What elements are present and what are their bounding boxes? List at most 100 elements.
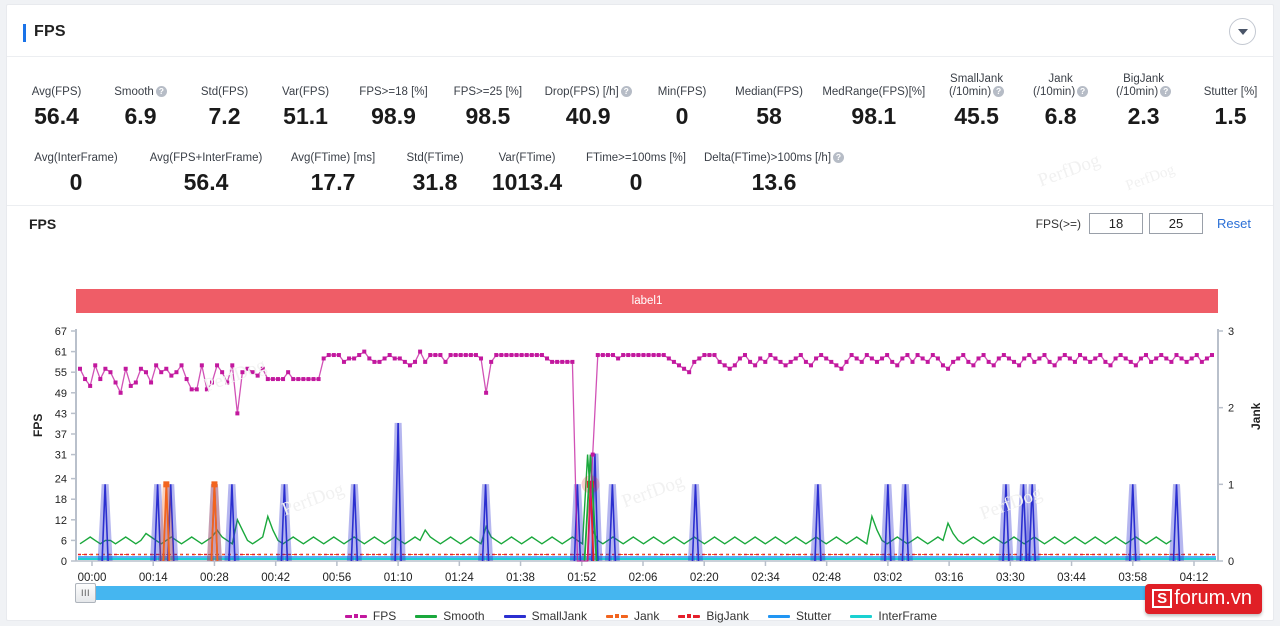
x-axis-tick: 00:14: [139, 572, 168, 584]
stat-cell: Avg(FTime) [ms] 17.7: [277, 139, 389, 197]
fps-point: [656, 353, 661, 358]
help-icon[interactable]: ?: [155, 86, 167, 97]
fps-point: [539, 353, 544, 358]
fps-point: [133, 380, 138, 385]
help-icon[interactable]: ?: [993, 86, 1005, 97]
legend-item-smooth[interactable]: Smooth: [415, 609, 485, 623]
y-axis-tick: 24: [55, 474, 67, 486]
fps-point: [534, 353, 539, 358]
help-icon[interactable]: ?: [1160, 86, 1172, 97]
fps-point: [311, 377, 316, 382]
help-icon[interactable]: ?: [833, 152, 845, 163]
fps-threshold-1-input[interactable]: [1089, 213, 1144, 234]
stats-section: Avg(FPS) 56.4 Smooth? 6.9 Std(FPS) 7.2 Var(FPS…: [7, 57, 1273, 197]
collapse-button[interactable]: [1229, 18, 1256, 45]
stat-cell: Std(FPS) 7.2: [183, 73, 266, 131]
fps-point: [169, 373, 174, 378]
fps-point: [829, 359, 834, 364]
help-icon[interactable]: ?: [1077, 86, 1089, 97]
stat-label: Avg(FPS+InterFrame): [149, 152, 263, 164]
legend-item-bigjank[interactable]: BigJank: [678, 609, 749, 623]
stat-value: 56.4: [183, 169, 229, 195]
help-icon[interactable]: ?: [620, 86, 632, 97]
x-axis-tick: 02:06: [629, 572, 658, 584]
fps-point: [179, 363, 184, 368]
fps-point: [682, 366, 687, 371]
fps-point: [199, 363, 204, 368]
stat-label: Median(FPS): [735, 86, 803, 98]
label-banner[interactable]: label1: [76, 289, 1218, 313]
fps-point: [499, 353, 504, 358]
legend-item-jank[interactable]: Jank: [605, 609, 659, 623]
legend-item-smalljank[interactable]: SmallJank: [503, 609, 587, 623]
stat-label: Avg(FTime) [ms]: [290, 152, 376, 164]
timeline-scrollbar[interactable]: III: [75, 583, 1218, 603]
x-axis-tick: 01:38: [506, 572, 535, 584]
fps-point: [382, 356, 387, 361]
fps-point: [814, 356, 819, 361]
chart-plot-area[interactable]: 0 6 12 18 24 31 37 43 49 55 61 67 0 1 2 3 00:00 00:14 00:2…: [7, 321, 1275, 621]
fps-point: [357, 353, 362, 358]
fps-point: [306, 377, 311, 382]
stat-value: 13.6: [751, 169, 797, 195]
fps-point: [418, 349, 423, 354]
fps-point: [550, 359, 555, 364]
header-accent-bar: [23, 24, 26, 42]
x-axis-tick: 03:30: [996, 572, 1025, 584]
fps-point: [611, 353, 616, 358]
fps-point: [93, 363, 98, 368]
legend-item-fps[interactable]: FPS: [344, 609, 396, 623]
fps-point: [996, 356, 1001, 361]
fps-point: [504, 353, 509, 358]
fps-point: [1179, 356, 1184, 361]
legend-item-interframe[interactable]: InterFrame: [850, 609, 937, 623]
fps-point: [209, 380, 214, 385]
fps-point: [768, 353, 773, 358]
stat-label: Stutter [%]: [1203, 86, 1258, 98]
fps-point: [230, 363, 235, 368]
x-axis-tick: 01:52: [567, 572, 596, 584]
fps-point: [118, 390, 123, 395]
fps-point: [423, 359, 428, 364]
fps-point: [326, 353, 331, 358]
jank-marker: [211, 481, 218, 488]
fps-point: [138, 366, 143, 371]
fps-point: [1093, 356, 1098, 361]
stat-value: 40.9: [565, 103, 611, 129]
fps-point: [392, 356, 397, 361]
stat-label: Avg(FPS): [31, 86, 82, 98]
fps-threshold-2-input[interactable]: [1149, 213, 1204, 234]
fps-point: [961, 353, 966, 358]
fps-point: [1072, 359, 1077, 364]
stat-label: Var(FTime): [498, 152, 556, 164]
fps-point: [727, 366, 732, 371]
stat-label: Min(FPS): [657, 86, 707, 98]
fps-point: [174, 370, 179, 375]
stat-value: 1.5: [1214, 103, 1247, 129]
chart-title: FPS: [29, 216, 57, 232]
fps-point: [1189, 356, 1194, 361]
sforum-logo-text: forum.vn: [1174, 587, 1252, 609]
fps-point: [220, 370, 225, 375]
stat-value: 56.4: [34, 103, 79, 129]
fps-point: [1062, 353, 1067, 358]
fps-point: [545, 356, 550, 361]
legend-item-stutter[interactable]: Stutter: [768, 609, 831, 623]
fps-point: [981, 353, 986, 358]
stat-cell: Avg(FPS+InterFrame) 56.4: [135, 139, 277, 197]
stat-cell: Median(FPS) 58: [722, 73, 817, 131]
fps-point: [341, 359, 346, 364]
stat-label: Smooth?: [98, 73, 183, 99]
x-axis-tick: 00:42: [261, 572, 290, 584]
y-axis-tick: 67: [55, 326, 67, 338]
reset-button[interactable]: Reset: [1217, 216, 1251, 231]
fps-point: [260, 366, 265, 371]
fps-point: [164, 366, 169, 371]
fps-point: [590, 452, 595, 457]
x-axis-tick: 02:20: [690, 572, 719, 584]
fps-point: [184, 377, 189, 382]
fps-point: [519, 353, 524, 358]
x-axis-tick: 02:34: [751, 572, 780, 584]
fps-point: [890, 359, 895, 364]
timeline-scrollbar-handle[interactable]: III: [75, 583, 96, 603]
